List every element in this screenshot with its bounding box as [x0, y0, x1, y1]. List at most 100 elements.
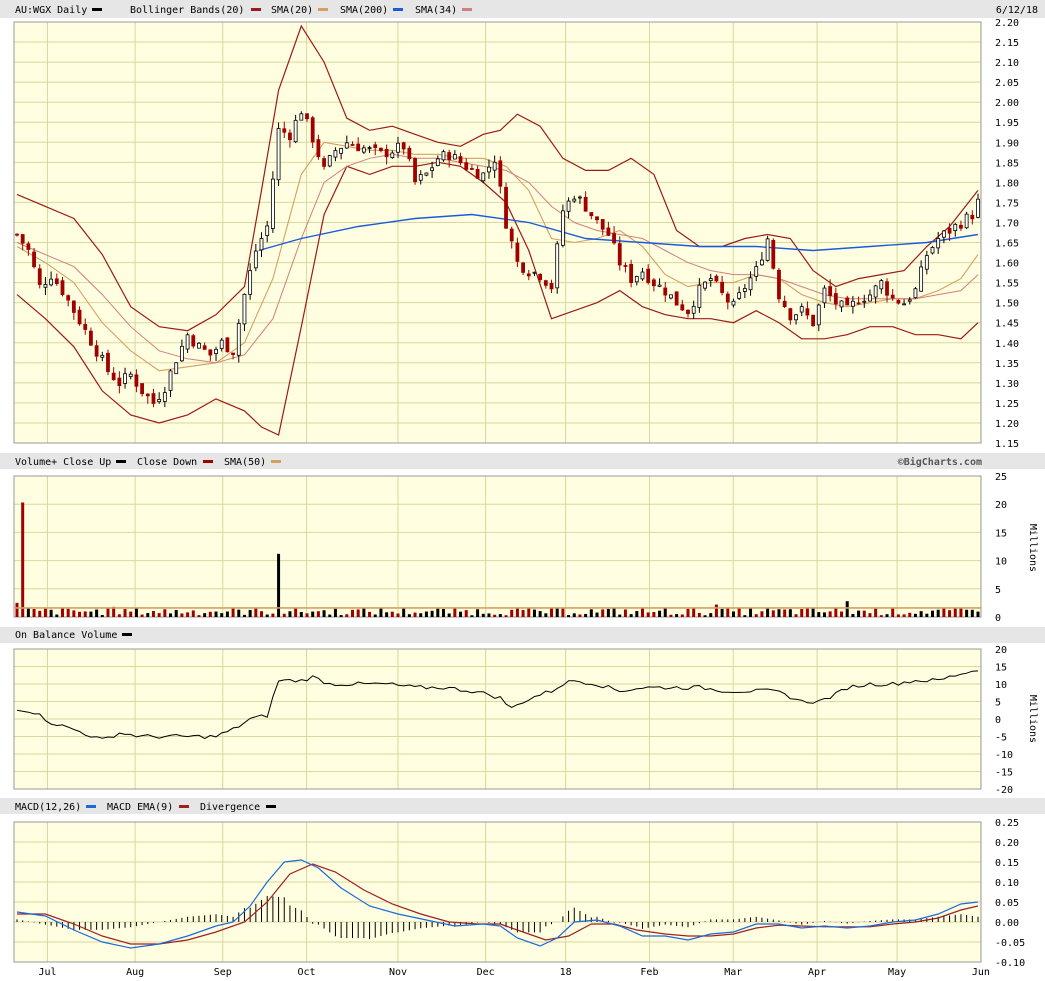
volume-bar	[777, 609, 781, 617]
volume-bar	[521, 610, 525, 617]
candle-body	[731, 300, 736, 306]
candle-body	[765, 238, 770, 261]
volume-bar	[828, 611, 832, 617]
candle-body	[879, 280, 884, 290]
candle-body	[595, 216, 599, 221]
volume-bar	[652, 612, 656, 617]
volume-bar	[658, 610, 662, 617]
close-down-label: Close Down	[137, 457, 197, 468]
volume-bar	[510, 609, 514, 617]
price-tick-label: 1.20	[995, 419, 1019, 430]
volume-bar	[805, 608, 809, 617]
candle-body	[168, 370, 173, 391]
obv-tick-label: -10	[995, 750, 1013, 761]
volume-tick-label: 10	[995, 557, 1007, 568]
volume-bar	[623, 609, 627, 617]
volume-bar	[822, 612, 826, 617]
volume-bar	[714, 604, 718, 617]
volume-bar	[356, 609, 360, 617]
volume-bar	[913, 613, 917, 617]
volume-bar	[123, 609, 127, 617]
volume-bar	[760, 611, 764, 617]
volume-bar	[578, 614, 582, 617]
volume-bar	[572, 613, 576, 617]
candle-body	[282, 128, 287, 133]
obv-tick-label: 5	[995, 698, 1001, 709]
volume-bar	[686, 608, 690, 617]
candle-body	[242, 293, 247, 325]
candle-body	[191, 335, 196, 347]
price-tick-label: 1.60	[995, 259, 1019, 270]
candle-body	[589, 212, 594, 217]
sma20-legend-swatch	[318, 8, 328, 11]
candle-body	[941, 230, 946, 238]
month-label: Feb	[640, 967, 658, 978]
candle-body	[43, 284, 48, 288]
price-tick-label: 2.15	[995, 38, 1019, 49]
volume-bar	[476, 609, 480, 617]
candle-body	[424, 172, 429, 176]
volume-bar	[811, 607, 815, 617]
candle-body	[208, 349, 213, 356]
obv-tick-label: 0	[995, 715, 1001, 726]
candle-body	[407, 147, 412, 160]
candle-body	[669, 294, 673, 299]
volume-bar	[362, 607, 366, 617]
candle-body	[413, 157, 417, 183]
macd-panel: 0.25 0.20 0.15 0.10 0.05 0.00 -0.05 -0.10	[13, 818, 1025, 969]
volume-bar	[299, 612, 303, 617]
candle-body	[555, 243, 560, 289]
close-down-swatch	[203, 460, 213, 463]
volume-bar	[550, 607, 554, 617]
volume-bar	[731, 611, 735, 617]
volume-bar	[794, 614, 798, 617]
candle-body	[572, 198, 577, 202]
volume-bar	[675, 614, 679, 617]
volume-bar	[21, 502, 25, 617]
bb-legend-swatch	[251, 8, 261, 11]
candle-body	[794, 314, 798, 321]
candle-body	[418, 174, 423, 181]
volume-bar	[208, 611, 212, 617]
candle-body	[896, 299, 901, 304]
volume-bar	[851, 613, 855, 617]
volume-bar	[646, 612, 650, 617]
volume-bar	[538, 611, 542, 617]
divergence-label: Divergence	[200, 802, 260, 813]
candle-body	[94, 345, 99, 357]
candle-body	[123, 373, 127, 384]
month-label: Dec	[477, 967, 495, 978]
volume-bar	[231, 608, 235, 617]
candle-body	[66, 295, 71, 301]
sma200-legend-swatch	[393, 8, 403, 11]
volume-bar	[669, 614, 673, 617]
candle-body	[288, 132, 292, 141]
candle-body	[754, 266, 759, 277]
volume-tick-label: 5	[995, 585, 1001, 596]
candle-body	[111, 372, 116, 381]
candle-body	[907, 299, 912, 302]
volume-bar	[976, 611, 980, 617]
volume-bar	[350, 609, 354, 617]
macd-tick-label: 0.20	[995, 838, 1019, 849]
candle-body	[720, 281, 725, 293]
volume-bar	[942, 607, 946, 617]
candle-body	[185, 334, 190, 350]
macd-tick-label: 0.05	[995, 898, 1019, 909]
candle-body	[379, 147, 383, 152]
candle-body	[703, 281, 707, 289]
month-label: 18	[560, 967, 572, 978]
candle-body	[714, 275, 719, 282]
symbol-label: AU:WGX Daily	[15, 5, 87, 16]
candle-body	[464, 162, 469, 170]
candle-body	[919, 266, 924, 292]
candle-body	[509, 228, 514, 242]
candle-body	[822, 287, 827, 304]
candle-body	[691, 305, 696, 314]
candle-body	[697, 284, 702, 308]
candle-body	[396, 142, 400, 153]
month-label: Jun	[972, 967, 990, 978]
candle-body	[265, 225, 270, 236]
price-tick-label: 2.05	[995, 78, 1019, 89]
candle-body	[885, 281, 889, 296]
